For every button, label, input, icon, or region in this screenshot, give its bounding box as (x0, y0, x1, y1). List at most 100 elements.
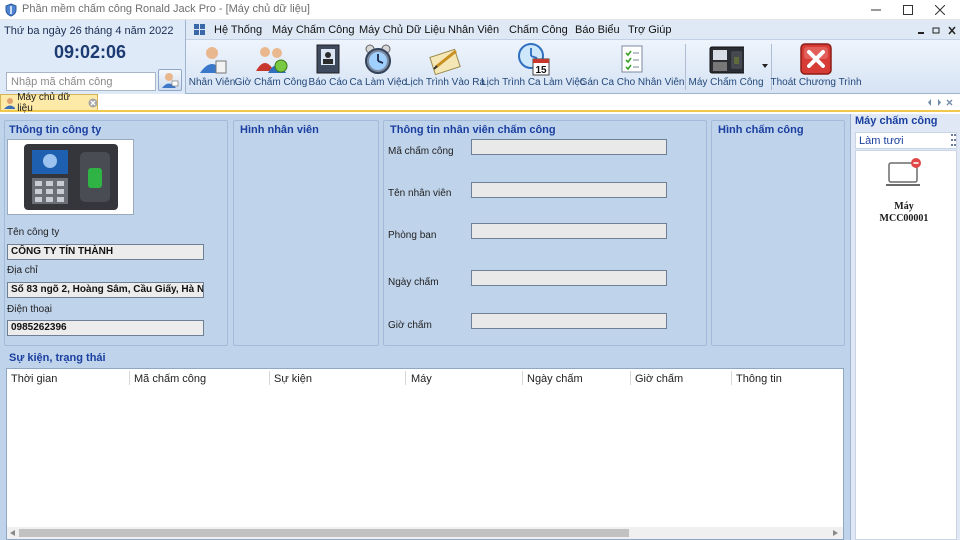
address-label: Địa chỉ (7, 265, 38, 276)
tab-close-icon[interactable] (88, 98, 97, 108)
tab-nav-icon[interactable] (927, 98, 953, 107)
device-pane: Máy chấm công Làm tươi Máy MCC00001 (850, 114, 960, 540)
department-field[interactable] (471, 223, 667, 239)
punch-date-label: Ngày chấm (388, 277, 439, 288)
refresh-link[interactable]: Làm tươi (859, 135, 904, 147)
lich-trinh-vao-ra-button[interactable]: Lịch Trình Vào Ra (405, 40, 485, 94)
department-label: Phòng ban (388, 230, 437, 241)
employee-icon (200, 47, 227, 74)
employee-photo-section (233, 120, 379, 346)
column-divider (731, 371, 732, 385)
grip-icon[interactable] (950, 133, 956, 149)
column-divider (522, 371, 523, 385)
punch-photo-section (711, 120, 845, 346)
minimize-icon (871, 9, 881, 11)
toolbar: Nhân Viên Giờ Chấm Công Báo Cáo Ca Làm V… (186, 40, 960, 94)
address-field[interactable]: Số 83 ngõ 2, Hoàng Sâm, Cầu Giấy, Hà Nội (7, 282, 204, 298)
employee-name-label: Tên nhân viên (388, 188, 452, 199)
employee-code-label: Mã chấm công (388, 146, 454, 157)
events-grid[interactable]: Thời gian Mã chấm công Sự kiện Máy Ngày … (6, 368, 844, 540)
employee-info-heading: Thông tin nhân viên chấm công (390, 124, 556, 136)
lich-trinh-ca-lam-viec-button[interactable]: 15 Lịch Trình Ca Làm Việc (481, 40, 585, 94)
scrollbar-thumb[interactable] (19, 529, 629, 537)
device-pane-heading: Máy chấm công (855, 115, 938, 127)
user-search-icon (162, 73, 179, 88)
search-button[interactable] (158, 69, 182, 91)
app-shield-icon (5, 3, 17, 17)
company-logo-image (7, 139, 134, 215)
attendance-device-image (24, 144, 118, 210)
tab-may-chu-du-lieu[interactable]: Máy chủ dữ liệu (0, 92, 98, 114)
current-date: Thứ ba ngày 26 tháng 4 năm 2022 (4, 25, 174, 37)
app-window: Phần mềm chấm công Ronald Jack Pro - [Má… (0, 0, 960, 540)
dropdown-arrow-icon[interactable] (762, 64, 768, 68)
calendar-clock-icon: 15 (518, 43, 550, 76)
phone-field[interactable]: 0985262396 (7, 320, 204, 336)
horizontal-scrollbar[interactable] (7, 527, 843, 539)
device-list: Máy MCC00001 (855, 150, 957, 540)
current-time: 09:02:06 (53, 42, 127, 62)
events-heading: Sự kiện, trạng thái (9, 352, 106, 364)
attendance-device-icon (709, 46, 744, 74)
employee-name-field[interactable] (471, 182, 667, 198)
employee-photo-heading: Hình nhân viên (240, 124, 319, 136)
gan-ca-button[interactable]: Gán Ca Cho Nhân Viên (580, 40, 684, 94)
menu-nhan-vien[interactable]: Nhân Viên (448, 24, 499, 36)
punch-photo-heading: Hình chấm công (718, 124, 804, 136)
punch-time-field[interactable] (471, 313, 667, 329)
nhan-vien-button[interactable]: Nhân Viên (189, 40, 235, 94)
punch-date-field[interactable] (471, 270, 667, 286)
phone-label: Điện thoại (7, 304, 53, 315)
bao-cao-button[interactable]: Báo Cáo (308, 40, 348, 94)
scroll-left-icon[interactable] (10, 530, 15, 536)
employee-code-field[interactable] (471, 139, 667, 155)
scroll-right-icon[interactable] (833, 530, 838, 536)
checklist-icon (621, 45, 643, 73)
column-divider (129, 371, 130, 385)
refresh-bar[interactable]: Làm tươi (855, 132, 957, 149)
menu-he-thong[interactable]: Hệ Thống (214, 24, 262, 36)
main-panel: Thông tin công ty Tên công ty CÔNG TY TÍ… (0, 114, 850, 540)
clock-panel: Thứ ba ngày 26 tháng 4 năm 2022 09:02:06 (0, 20, 186, 94)
ca-lam-viec-button[interactable]: Ca Làm Việc (349, 40, 407, 94)
maximize-icon (903, 5, 913, 15)
menu-cham-cong[interactable]: Chấm Công (509, 24, 568, 36)
minimize-button[interactable] (860, 0, 892, 20)
column-header[interactable]: Ngày chấm (527, 373, 583, 385)
menu-tro-giup[interactable]: Trợ Giúp (628, 24, 671, 36)
alarm-clock-icon (365, 44, 391, 74)
column-header[interactable]: Thời gian (11, 373, 57, 385)
company-name-field[interactable]: CÔNG TY TÍN THÀNH (7, 244, 204, 260)
employee-code-search-input[interactable] (6, 72, 156, 91)
punch-time-label: Giờ chấm (388, 320, 432, 331)
column-divider (269, 371, 270, 385)
exit-icon (800, 43, 832, 75)
may-cham-cong-button[interactable]: Máy Chấm Công (688, 40, 764, 94)
schedule-pen-icon (429, 48, 461, 75)
mdi-controls-icon[interactable] (918, 26, 958, 36)
calendar-day-label: 15 (535, 65, 547, 76)
document-tab-strip: Máy chủ dữ liệu (0, 92, 960, 114)
thoat-chuong-trinh-button[interactable]: Thoát Chương Trình (770, 40, 862, 94)
column-divider (405, 371, 406, 385)
column-header[interactable]: Thông tin (736, 373, 782, 385)
column-header[interactable]: Giờ chấm (635, 373, 683, 385)
menu-may-chu-du-lieu[interactable]: Máy Chủ Dữ Liệu (359, 24, 445, 36)
tab-user-icon (4, 97, 16, 109)
close-button[interactable] (924, 0, 956, 20)
laptop-icon (886, 158, 921, 186)
title-bar: Phần mềm chấm công Ronald Jack Pro - [Má… (0, 0, 960, 20)
column-header[interactable]: Mã chấm công (134, 373, 206, 385)
maximize-button[interactable] (892, 0, 924, 20)
column-header[interactable]: Sự kiện (274, 373, 312, 385)
company-info-heading: Thông tin công ty (9, 124, 102, 136)
menu-grip-icon (194, 24, 205, 35)
tab-label: Máy chủ dữ liệu (17, 91, 71, 114)
column-header[interactable]: Máy (411, 373, 432, 385)
menu-may-cham-cong[interactable]: Máy Chấm Công (272, 24, 355, 36)
report-icon (316, 44, 340, 74)
close-icon (935, 5, 945, 15)
gio-cham-cong-button[interactable]: Giờ Chấm Công (235, 40, 307, 94)
device-item[interactable]: Máy MCC00001 (864, 157, 944, 224)
menu-bao-bieu[interactable]: Báo Biểu (575, 24, 620, 36)
